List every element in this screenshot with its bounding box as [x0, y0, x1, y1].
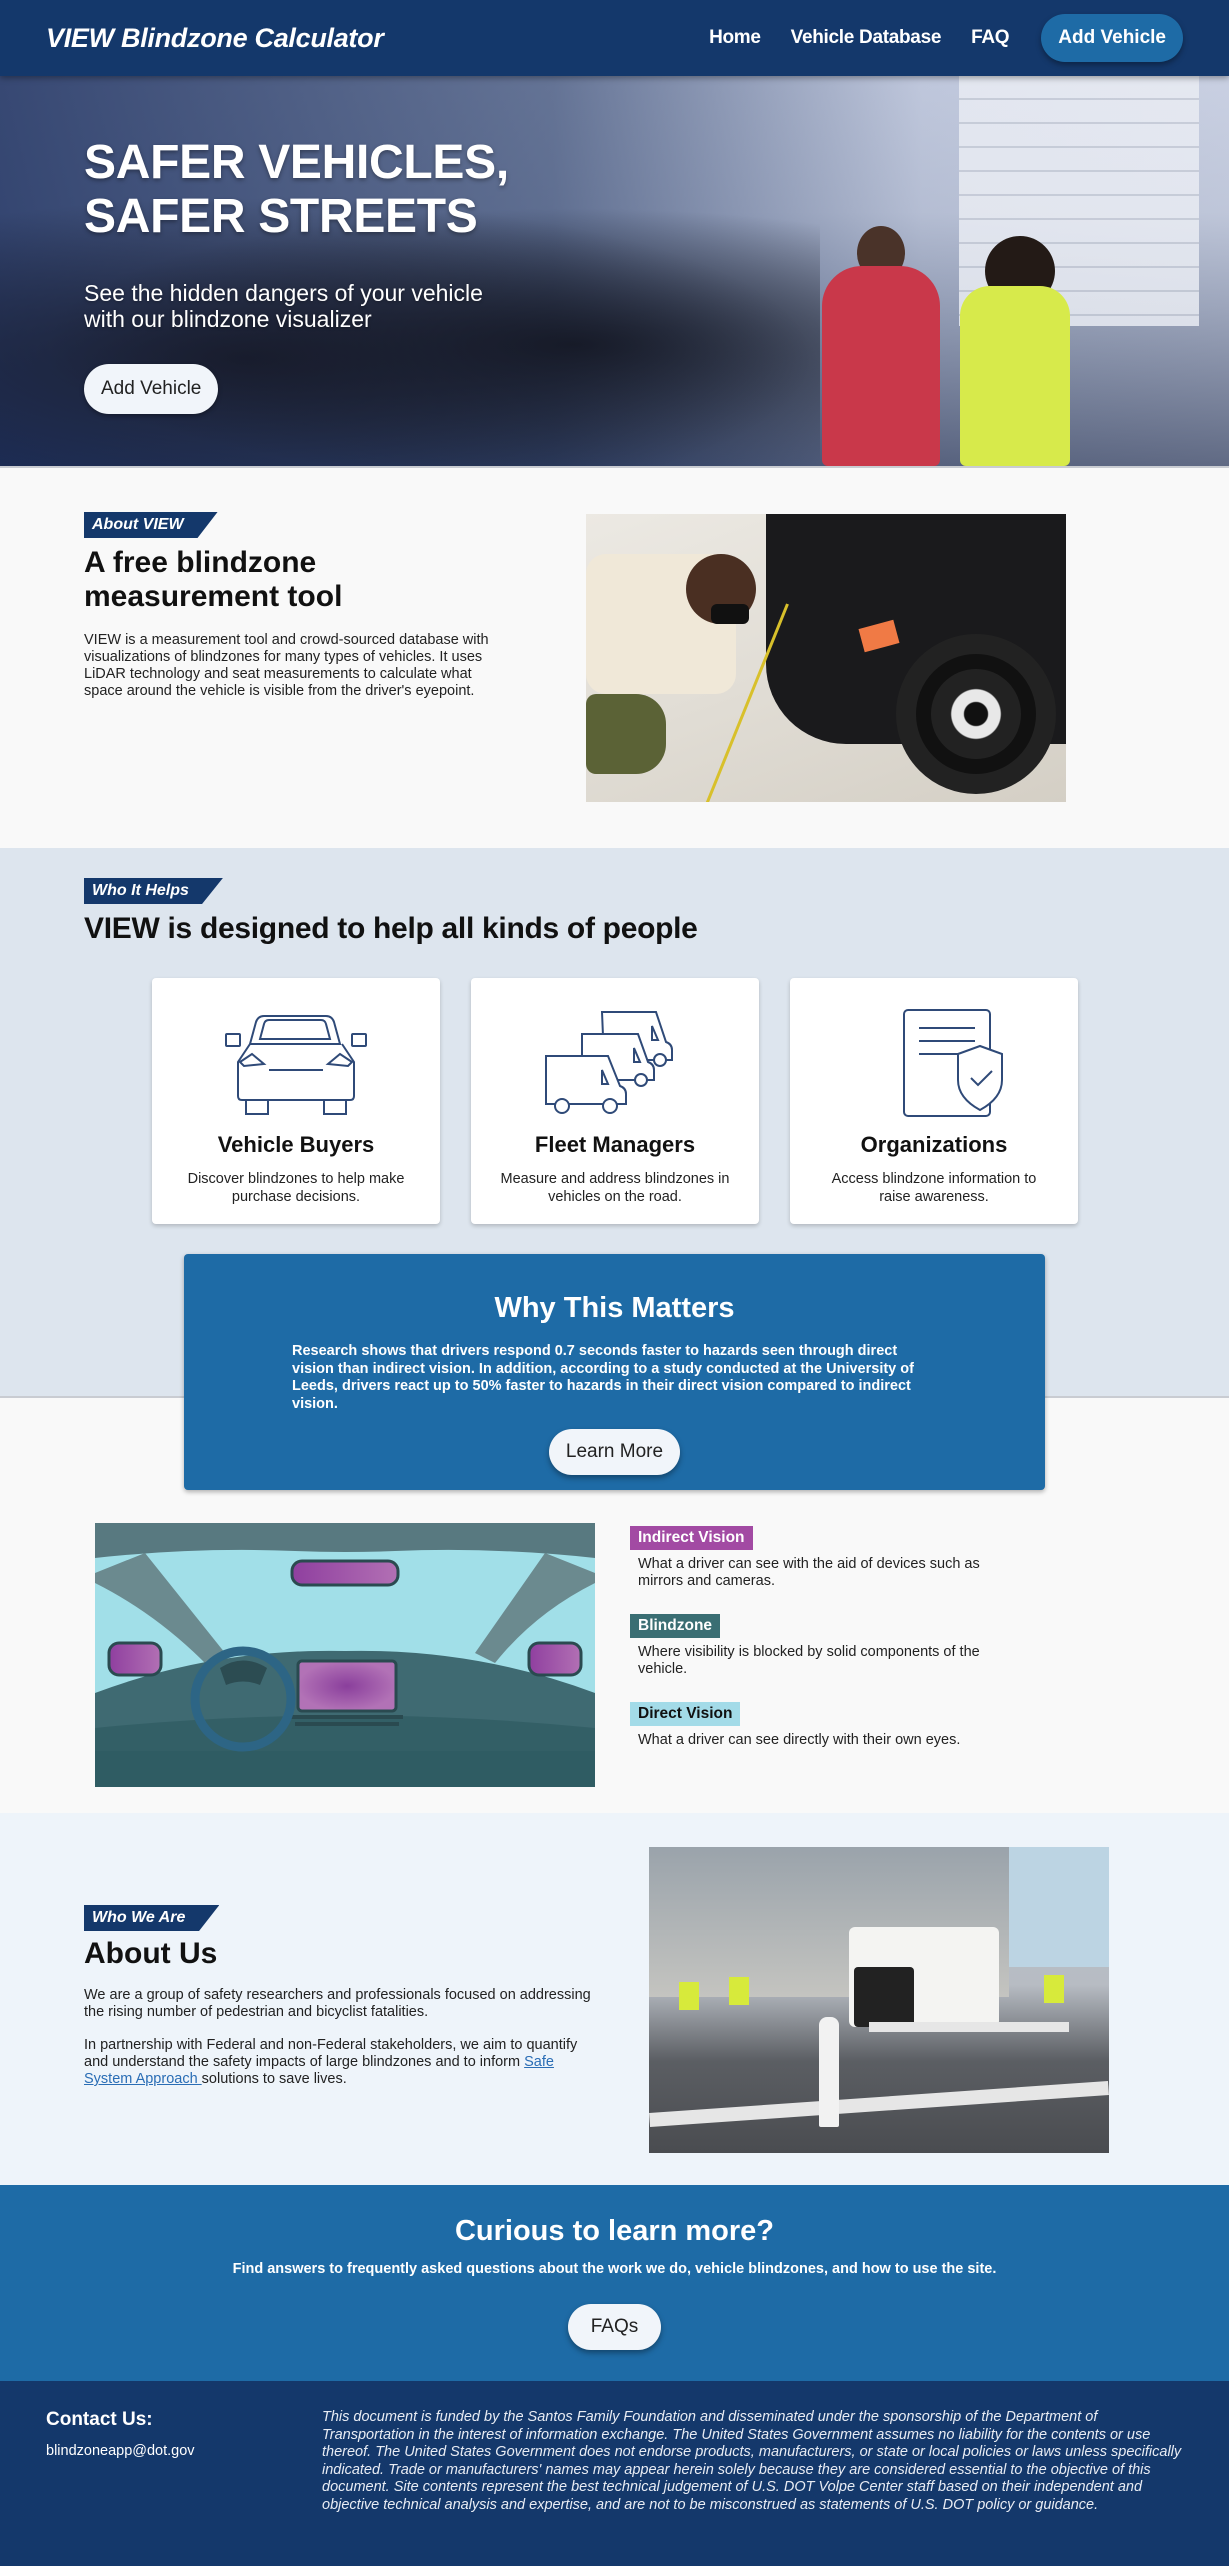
cockpit-svg [95, 1523, 595, 1787]
vision-definitions: Indirect Vision What a driver can see wi… [630, 1526, 1020, 1773]
contact-title: Contact Us: [46, 2409, 153, 2430]
hero-person-red-jacket [822, 266, 940, 466]
about-view-text: About VIEW A free blindzone measurement … [84, 512, 514, 700]
audience-card-description: Measure and address blindzones in vehicl… [500, 1171, 730, 1205]
photo-safety-vest [679, 1982, 699, 2010]
hero-title: SAFER VEHICLES, SAFER STREETS [84, 136, 509, 244]
photo-pedestrian-cutout [819, 2017, 839, 2127]
why-this-matters-body: Research shows that drivers respond 0.7 … [292, 1343, 914, 1412]
audience-card-title: Organizations [860, 1132, 1008, 1157]
learn-more-button[interactable]: Learn More [548, 1429, 681, 1475]
about-us-text: Who We Are About Us We are a group of sa… [84, 1905, 604, 2088]
about-view-section: About VIEW A free blindzone measurement … [0, 468, 1229, 848]
audience-card-description: Discover blindzones to help make purchas… [187, 1171, 405, 1205]
vent [291, 1715, 403, 1719]
about-us-p2-text-end: solutions to save lives. [201, 2071, 347, 2087]
why-this-matters-title: Why This Matters [494, 1292, 735, 1324]
hero-title-line-1: SAFER VEHICLES, [84, 136, 509, 189]
about-us-paragraph-1: We are a group of safety researchers and… [84, 1987, 591, 2020]
definition-text: What a driver can see with the aid of de… [638, 1556, 980, 1589]
nav-link-home[interactable]: Home [709, 27, 761, 49]
section-tag: Who It Helps [84, 878, 223, 904]
definition-label: Blindzone [630, 1614, 721, 1638]
floor [95, 1751, 595, 1787]
dashboard-screen [296, 1659, 398, 1713]
definition-indirect-vision: Indirect Vision What a driver can see wi… [630, 1526, 1020, 1590]
about-view-body: VIEW is a measurement tool and crowd-sou… [84, 632, 489, 699]
about-us-title: About Us [84, 1937, 218, 1970]
nav-links: Home Vehicle Database FAQ Add Vehicle [709, 14, 1183, 62]
footer: Contact Us: blindzoneapp@dot.gov This do… [0, 2381, 1229, 2566]
about-us-paragraph-2: In partnership with Federal and non-Fede… [84, 2037, 604, 2088]
nav-link-faq[interactable]: FAQ [971, 27, 1009, 49]
rearview-mirror [290, 1559, 400, 1587]
definition-direct-vision: Direct Vision What a driver can see dire… [630, 1702, 1020, 1749]
right-side-mirror [527, 1641, 583, 1677]
photo-crosswalk [869, 2022, 1069, 2032]
photo-safety-vest [1044, 1975, 1064, 2003]
photo-face-mask [711, 604, 749, 624]
left-side-mirror [107, 1641, 163, 1677]
definition-label: Direct Vision [630, 1702, 741, 1726]
document-shield-icon [903, 1009, 1003, 1117]
hero-title-line-2: SAFER STREETS [84, 190, 478, 243]
measurement-photo [586, 514, 1066, 802]
about-us-p2-text: In partnership with Federal and non-Fede… [84, 2037, 578, 2070]
footer-disclaimer: This document is funded by the Santos Fa… [322, 2409, 1182, 2513]
street-demo-photo [649, 1847, 1109, 2153]
hero-content: SAFER VEHICLES, SAFER STREETS See the hi… [84, 136, 509, 414]
photo-crosswalk [649, 2080, 1109, 2128]
about-us-section: Who We Are About Us We are a group of sa… [0, 1813, 1229, 2185]
hero-section: SAFER VEHICLES, SAFER STREETS See the hi… [0, 76, 1229, 468]
footer-contact: Contact Us: blindzoneapp@dot.gov [46, 2409, 195, 2459]
photo-sky [1009, 1847, 1109, 1967]
audience-card-title: Vehicle Buyers [217, 1132, 375, 1157]
nav-add-vehicle-button[interactable]: Add Vehicle [1041, 14, 1183, 62]
audience-card-title: Fleet Managers [534, 1132, 696, 1157]
section-tag: About VIEW [84, 512, 218, 538]
who-it-helps-header: Who It Helps VIEW is designed to help al… [84, 878, 698, 946]
audience-card-vehicle-buyers: Vehicle Buyers Discover blindzones to he… [152, 978, 440, 1224]
faq-cta-title: Curious to learn more? [454, 2215, 775, 2247]
photo-truck-grill [854, 1967, 914, 2027]
hero-person-safety-vest [960, 286, 1070, 466]
top-nav: VIEW Blindzone Calculator Home Vehicle D… [0, 0, 1229, 76]
faq-cta-subtitle: Find answers to frequently asked questio… [232, 2261, 997, 2277]
why-this-matters-panel: Why This Matters Research shows that dri… [184, 1254, 1045, 1490]
cockpit-illustration [95, 1523, 595, 1787]
who-it-helps-title: VIEW is designed to help all kinds of pe… [84, 912, 698, 945]
section-tag: Who We Are [84, 1905, 220, 1931]
vent [295, 1722, 399, 1726]
hero-subtitle: See the hidden dangers of your vehicle w… [84, 280, 483, 332]
hero-add-vehicle-button[interactable]: Add Vehicle [84, 364, 219, 414]
definition-label: Indirect Vision [630, 1526, 753, 1550]
contact-email[interactable]: blindzoneapp@dot.gov [46, 2443, 195, 2459]
about-view-title: A free blindzone measurement tool [84, 546, 343, 613]
van-fleet-icon [545, 1011, 673, 1114]
photo-safety-vest [729, 1977, 749, 2005]
audience-card-description: Access blindzone information to raise aw… [831, 1171, 1037, 1205]
audience-card-fleet-managers: Fleet Managers Measure and address blind… [471, 978, 759, 1224]
photo-person-legs [586, 694, 666, 774]
faq-cta-section: Curious to learn more? Find answers to f… [0, 2185, 1229, 2381]
audience-card-organizations: Organizations Access blindzone informati… [790, 978, 1078, 1224]
definition-text: What a driver can see directly with thei… [638, 1732, 961, 1748]
nav-link-vehicle-database[interactable]: Vehicle Database [791, 27, 942, 49]
brand-logo-link[interactable]: VIEW Blindzone Calculator [46, 23, 384, 54]
car-front-icon [225, 1015, 367, 1115]
definition-text: Where visibility is blocked by solid com… [638, 1644, 980, 1677]
photo-car-rim [931, 669, 1021, 759]
definition-blindzone: Blindzone Where visibility is blocked by… [630, 1614, 1020, 1678]
audience-cards: Vehicle Buyers Discover blindzones to he… [152, 978, 1078, 1224]
faqs-button[interactable]: FAQs [567, 2304, 662, 2350]
